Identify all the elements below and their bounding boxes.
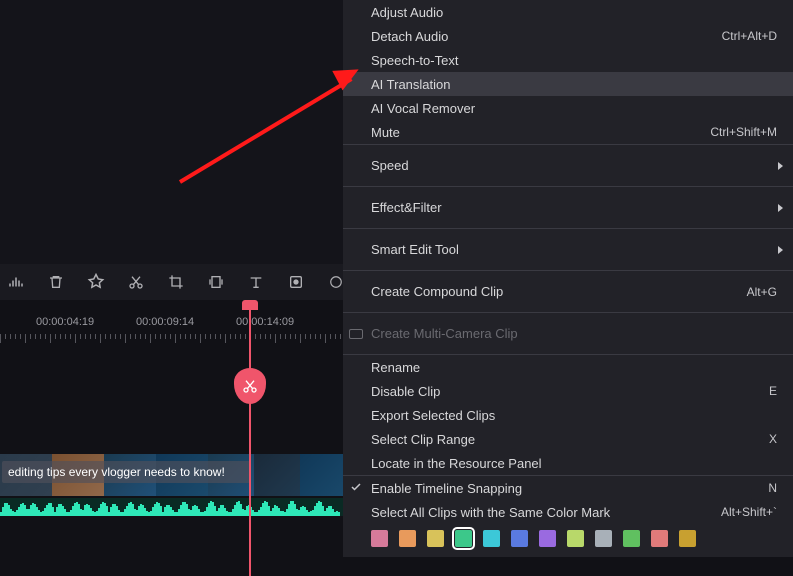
- delete-icon[interactable]: [46, 272, 66, 292]
- color-swatch[interactable]: [511, 530, 528, 547]
- menu-mute[interactable]: MuteCtrl+Shift+M: [343, 120, 793, 144]
- menu-ai-translation[interactable]: AI Translation: [343, 72, 793, 96]
- audio-adjust-icon[interactable]: [6, 272, 26, 292]
- menu-adjust-audio[interactable]: Adjust Audio: [343, 0, 793, 24]
- check-icon: [350, 481, 362, 496]
- menu-effect-filter[interactable]: Effect&Filter: [343, 187, 793, 228]
- crop-icon[interactable]: [166, 272, 186, 292]
- context-menu: Adjust Audio Detach AudioCtrl+Alt+D Spee…: [343, 0, 793, 557]
- menu-ai-vocal-remover[interactable]: AI Vocal Remover: [343, 96, 793, 120]
- time-label: 00:00:04:19: [36, 316, 94, 328]
- menu-create-compound[interactable]: Create Compound ClipAlt+G: [343, 271, 793, 312]
- menu-locate-resource[interactable]: Locate in the Resource Panel: [343, 451, 793, 475]
- text-icon[interactable]: [246, 272, 266, 292]
- menu-disable-clip[interactable]: Disable ClipE: [343, 379, 793, 403]
- time-label: 00:00:14:09: [236, 316, 294, 328]
- chevron-right-icon: [778, 204, 783, 212]
- menu-rename[interactable]: Rename: [343, 355, 793, 379]
- color-swatch[interactable]: [371, 530, 388, 547]
- color-swatch[interactable]: [539, 530, 556, 547]
- color-swatch[interactable]: [483, 530, 500, 547]
- color-swatch[interactable]: [399, 530, 416, 547]
- color-swatch[interactable]: [651, 530, 668, 547]
- menu-create-multicam: Create Multi-Camera Clip: [343, 313, 793, 354]
- chevron-right-icon: [778, 162, 783, 170]
- color-mark-row: [343, 524, 793, 557]
- record-icon[interactable]: [286, 272, 306, 292]
- color-swatch[interactable]: [567, 530, 584, 547]
- clip-title-overlay[interactable]: editing tips every vlogger needs to know…: [2, 461, 250, 483]
- ruler-ticks: [0, 334, 343, 346]
- color-swatch[interactable]: [455, 530, 472, 547]
- time-label: 00:00:09:14: [136, 316, 194, 328]
- menu-speech-to-text[interactable]: Speech-to-Text: [343, 48, 793, 72]
- audio-track[interactable]: [0, 498, 343, 516]
- multicam-icon: [349, 329, 363, 339]
- menu-detach-audio[interactable]: Detach AudioCtrl+Alt+D: [343, 24, 793, 48]
- frame-icon[interactable]: [206, 272, 226, 292]
- color-swatch[interactable]: [679, 530, 696, 547]
- chevron-right-icon: [778, 246, 783, 254]
- color-swatch[interactable]: [427, 530, 444, 547]
- color-swatch[interactable]: [595, 530, 612, 547]
- cut-icon[interactable]: [126, 272, 146, 292]
- menu-enable-snapping[interactable]: Enable Timeline SnappingN: [343, 476, 793, 500]
- menu-smart-edit[interactable]: Smart Edit Tool: [343, 229, 793, 270]
- playhead-line[interactable]: [249, 308, 251, 576]
- menu-select-same-color[interactable]: Select All Clips with the Same Color Mar…: [343, 500, 793, 524]
- menu-speed[interactable]: Speed: [343, 145, 793, 186]
- menu-export-selected[interactable]: Export Selected Clips: [343, 403, 793, 427]
- clip-title-text: editing tips every vlogger needs to know…: [8, 465, 225, 479]
- preview-area: [0, 0, 343, 264]
- tag-icon[interactable]: [86, 272, 106, 292]
- menu-select-clip-range[interactable]: Select Clip RangeX: [343, 427, 793, 451]
- color-swatch[interactable]: [623, 530, 640, 547]
